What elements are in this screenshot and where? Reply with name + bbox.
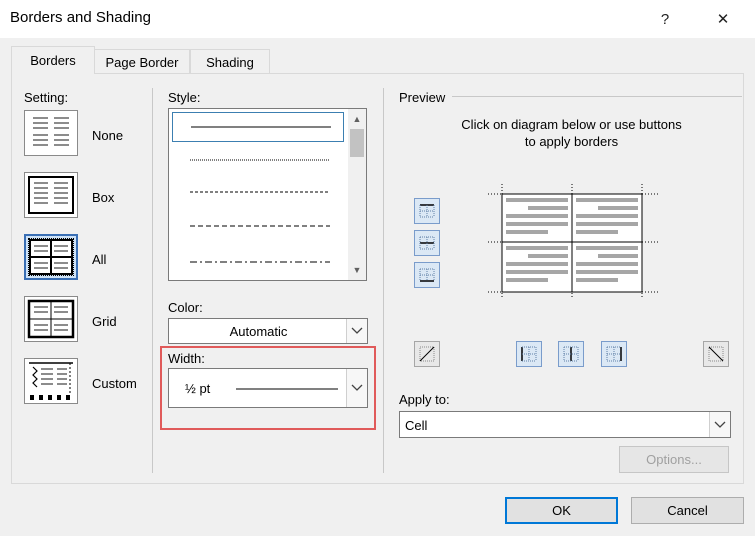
style-item-dotted[interactable] — [172, 144, 344, 174]
style-item-small-dash[interactable] — [172, 176, 344, 206]
close-button[interactable]: ✕ — [708, 6, 738, 32]
scroll-thumb[interactable] — [350, 129, 364, 157]
style-label: Style: — [168, 90, 201, 105]
setting-box-icon[interactable] — [24, 172, 78, 218]
separator-right — [383, 88, 384, 473]
top-border-button[interactable] — [414, 198, 440, 224]
tab-borders-label: Borders — [30, 53, 76, 68]
preview-label: Preview — [399, 90, 446, 105]
left-border-button[interactable] — [516, 341, 542, 367]
chevron-down-icon[interactable] — [346, 319, 367, 343]
tab-shading[interactable]: Shading — [190, 49, 270, 74]
style-listbox[interactable]: ▲ ▼ — [168, 108, 367, 281]
cancel-button[interactable]: Cancel — [631, 497, 744, 524]
right-border-button[interactable] — [601, 341, 627, 367]
color-label: Color: — [168, 300, 203, 315]
tab-shading-label: Shading — [206, 54, 254, 70]
scroll-down-icon[interactable]: ▼ — [348, 262, 366, 278]
style-item-solid[interactable] — [172, 112, 344, 142]
inside-horizontal-border-button[interactable] — [414, 230, 440, 256]
tab-borders[interactable]: Borders — [11, 46, 95, 74]
apply-to-value: Cell — [405, 418, 428, 433]
color-value: Automatic — [229, 324, 288, 339]
apply-to-label: Apply to: — [399, 392, 450, 407]
apply-to-dropdown[interactable]: Cell — [399, 411, 731, 438]
chevron-down-icon[interactable] — [709, 412, 730, 437]
diagonal-down-border-button[interactable] — [414, 341, 440, 367]
setting-all-label[interactable]: All — [92, 252, 106, 267]
setting-all-icon[interactable] — [24, 234, 78, 280]
style-item-dash[interactable] — [172, 208, 344, 238]
setting-custom-icon[interactable] — [24, 358, 78, 404]
diagonal-up-border-button[interactable] — [703, 341, 729, 367]
setting-grid-icon[interactable] — [24, 296, 78, 342]
options-button[interactable]: Options... — [619, 446, 729, 473]
setting-box-label[interactable]: Box — [92, 190, 114, 205]
color-dropdown[interactable]: Automatic — [168, 318, 368, 344]
preview-rule — [452, 96, 742, 97]
tab-page-border[interactable]: Page Border — [94, 49, 190, 74]
style-scrollbar[interactable]: ▲ ▼ — [348, 109, 366, 280]
highlight-box — [160, 346, 376, 430]
style-item-dash-dot[interactable] — [172, 240, 344, 270]
setting-custom-label[interactable]: Custom — [92, 376, 137, 391]
inside-vertical-border-button[interactable] — [558, 341, 584, 367]
tab-page-border-label: Page Border — [105, 54, 179, 70]
close-icon: ✕ — [716, 11, 730, 28]
window-title: Borders and Shading — [10, 9, 151, 26]
ok-button[interactable]: OK — [505, 497, 618, 524]
setting-grid-label[interactable]: Grid — [92, 314, 117, 329]
separator-left — [152, 88, 153, 473]
help-button[interactable]: ? — [650, 6, 680, 32]
scroll-up-icon[interactable]: ▲ — [348, 111, 366, 127]
setting-label: Setting: — [24, 90, 69, 105]
bottom-border-button[interactable] — [414, 262, 440, 288]
setting-none-label[interactable]: None — [92, 128, 123, 143]
preview-diagram[interactable] — [488, 180, 660, 303]
setting-none-icon[interactable] — [24, 110, 78, 156]
preview-instructions: Click on diagram below or use buttons to… — [461, 117, 682, 149]
